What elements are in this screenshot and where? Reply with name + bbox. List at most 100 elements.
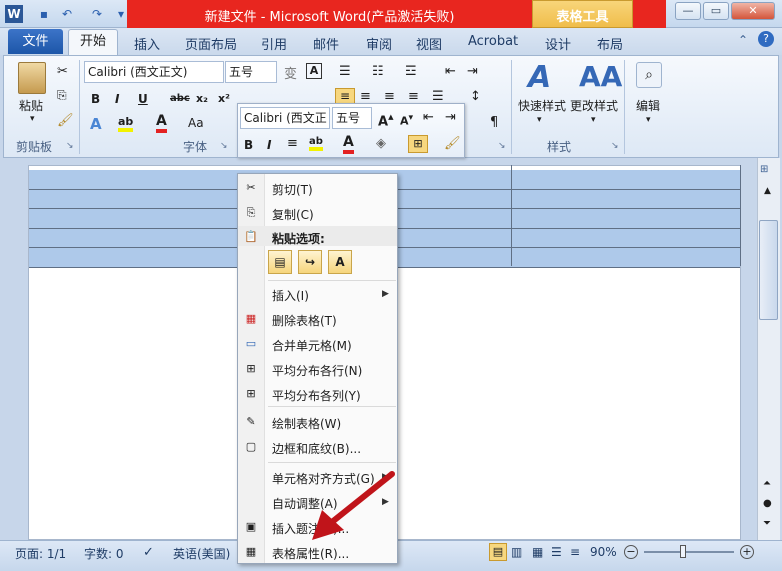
text-effects-icon[interactable]: A <box>90 115 102 133</box>
paste-merge-format-icon[interactable]: ↪ <box>298 250 322 274</box>
decrease-indent-icon[interactable]: ⇤ <box>445 64 456 79</box>
menu-copy[interactable]: 复制(C) <box>272 206 314 223</box>
line-spacing-icon[interactable]: ↕ <box>470 89 481 104</box>
mini-highlight-icon[interactable]: ab <box>309 136 323 151</box>
tab-layout[interactable]: 布局 <box>597 34 623 53</box>
mini-bold-icon[interactable]: B <box>244 138 253 152</box>
paste-text-only-icon[interactable]: A <box>328 250 352 274</box>
maximize-button[interactable]: ▭ <box>703 2 729 20</box>
clipboard-launcher-icon[interactable]: ↘ <box>66 141 74 151</box>
shrink-font-icon[interactable]: A▾ <box>400 112 413 128</box>
web-layout-icon[interactable]: ▦ <box>532 545 543 559</box>
zoom-slider-track[interactable] <box>644 551 734 553</box>
increase-indent-icon[interactable]: ⇥ <box>467 64 478 79</box>
multilevel-list-icon[interactable]: ☲ <box>405 64 417 79</box>
grow-font-icon[interactable]: A▴ <box>378 110 394 129</box>
justify-icon[interactable]: ≡ <box>408 89 419 104</box>
zoom-slider-handle[interactable] <box>680 545 686 558</box>
font-size-dropdown[interactable]: 五号 <box>225 61 277 83</box>
language[interactable]: 英语(美国) <box>173 545 230 562</box>
menu-draw-table[interactable]: 绘制表格(W) <box>272 415 341 432</box>
paste-button[interactable]: 粘贴 <box>19 97 43 114</box>
editing-button[interactable]: 编辑 <box>636 97 660 114</box>
menu-distribute-rows[interactable]: 平均分布各行(N) <box>272 362 362 379</box>
bullets-icon[interactable]: ☰ <box>339 64 351 79</box>
zoom-level[interactable]: 90% <box>590 545 617 559</box>
save-icon[interactable]: ▪ <box>35 5 53 23</box>
change-styles-dropdown-icon[interactable]: ▾ <box>591 115 596 125</box>
word-logo-icon[interactable]: W <box>5 5 23 23</box>
menu-distribute-columns[interactable]: 平均分布各列(Y) <box>272 387 361 404</box>
redo-icon[interactable]: ↷ <box>88 5 106 23</box>
tab-mailings[interactable]: 邮件 <box>313 34 339 53</box>
tab-insert[interactable]: 插入 <box>134 34 160 53</box>
paste-dropdown-icon[interactable]: ▾ <box>30 114 35 124</box>
ruler-toggle-icon[interactable]: ⊞ <box>760 164 768 175</box>
mini-increase-indent-icon[interactable]: ⇥ <box>445 110 456 125</box>
menu-cut[interactable]: 剪切(T) <box>272 181 313 198</box>
font-color-icon[interactable]: A <box>156 113 167 133</box>
mini-italic-icon[interactable]: I <box>267 138 271 152</box>
mini-font-dropdown[interactable]: Calibri (西文正 <box>240 107 330 129</box>
numbering-icon[interactable]: ☷ <box>372 64 384 79</box>
mini-font-color-icon[interactable]: A <box>343 134 354 154</box>
tab-home[interactable]: 开始 <box>68 29 118 56</box>
borders-icon[interactable]: ⊞ <box>408 135 428 153</box>
menu-merge-cells[interactable]: 合并单元格(M) <box>272 337 352 354</box>
quick-styles-icon[interactable]: A <box>528 60 551 95</box>
find-binoculars-icon[interactable]: ⌕ <box>636 62 662 88</box>
distributed-icon[interactable]: ☰ <box>432 89 444 104</box>
undo-icon[interactable]: ↶ <box>58 5 76 23</box>
mini-size-dropdown[interactable]: 五号 <box>332 107 372 129</box>
menu-insert[interactable]: 插入(I) <box>272 287 309 304</box>
proofing-icon[interactable]: ✓ <box>143 545 154 560</box>
print-layout-icon[interactable]: ▤ <box>489 543 507 561</box>
change-styles-button[interactable]: 更改样式 <box>570 97 618 114</box>
cut-icon[interactable]: ✂ <box>57 64 68 79</box>
quick-styles-button[interactable]: 快速样式 <box>518 97 566 114</box>
paste-icon[interactable] <box>18 62 46 94</box>
quick-styles-dropdown-icon[interactable]: ▾ <box>537 115 542 125</box>
paragraph-launcher-icon[interactable]: ↘ <box>498 141 506 151</box>
font-launcher-icon[interactable]: ↘ <box>220 141 228 151</box>
draft-icon[interactable]: ≡ <box>570 545 580 559</box>
mini-decrease-indent-icon[interactable]: ⇤ <box>423 110 434 125</box>
prev-page-icon[interactable]: ⏶ <box>763 478 771 489</box>
styles-launcher-icon[interactable]: ↘ <box>611 141 619 151</box>
menu-borders-shading[interactable]: 边框和底纹(B)... <box>272 440 361 457</box>
menu-delete-table[interactable]: 删除表格(T) <box>272 312 337 329</box>
mini-center-icon[interactable]: ≡ <box>287 136 298 151</box>
tab-review[interactable]: 审阅 <box>366 34 392 53</box>
bold-icon[interactable]: B <box>91 92 100 106</box>
tab-file[interactable]: 文件 <box>8 29 63 54</box>
page-count[interactable]: 页面: 1/1 <box>15 545 66 562</box>
tab-page-layout[interactable]: 页面布局 <box>185 34 237 53</box>
word-count[interactable]: 字数: 0 <box>84 545 124 562</box>
minimize-ribbon-icon[interactable]: ⌃ <box>738 33 748 47</box>
next-page-icon[interactable]: ⏷ <box>763 518 771 529</box>
align-right-icon[interactable]: ≡ <box>384 89 395 104</box>
subscript-icon[interactable]: x₂ <box>196 92 208 105</box>
tab-design[interactable]: 设计 <box>545 34 571 53</box>
tab-acrobat[interactable]: Acrobat <box>468 34 518 49</box>
browse-object-icon[interactable]: ● <box>763 498 772 509</box>
tab-references[interactable]: 引用 <box>261 34 287 53</box>
zoom-out-icon[interactable]: − <box>624 545 638 559</box>
paste-keep-format-icon[interactable]: ▤ <box>268 250 292 274</box>
format-painter-icon[interactable]: 🖌 <box>57 113 74 128</box>
tab-view[interactable]: 视图 <box>416 34 442 53</box>
zoom-in-icon[interactable]: + <box>740 545 754 559</box>
minimize-button[interactable]: — <box>675 2 701 20</box>
align-center-icon[interactable]: ≡ <box>360 89 371 104</box>
close-button[interactable]: ✕ <box>731 2 775 20</box>
change-styles-icon[interactable]: AA <box>579 60 622 93</box>
phonetic-guide-icon[interactable]: 变 <box>284 63 297 82</box>
show-marks-icon[interactable]: ¶ <box>490 115 498 130</box>
help-icon[interactable]: ? <box>758 31 774 47</box>
change-case-icon[interactable]: Aa <box>188 116 204 130</box>
font-name-dropdown[interactable]: Calibri (西文正文) <box>84 61 224 83</box>
shading-icon[interactable]: ◈ <box>376 136 386 151</box>
highlight-icon[interactable]: ab <box>118 115 134 132</box>
full-screen-icon[interactable]: ▥ <box>511 545 522 559</box>
scroll-thumb[interactable] <box>759 220 778 320</box>
